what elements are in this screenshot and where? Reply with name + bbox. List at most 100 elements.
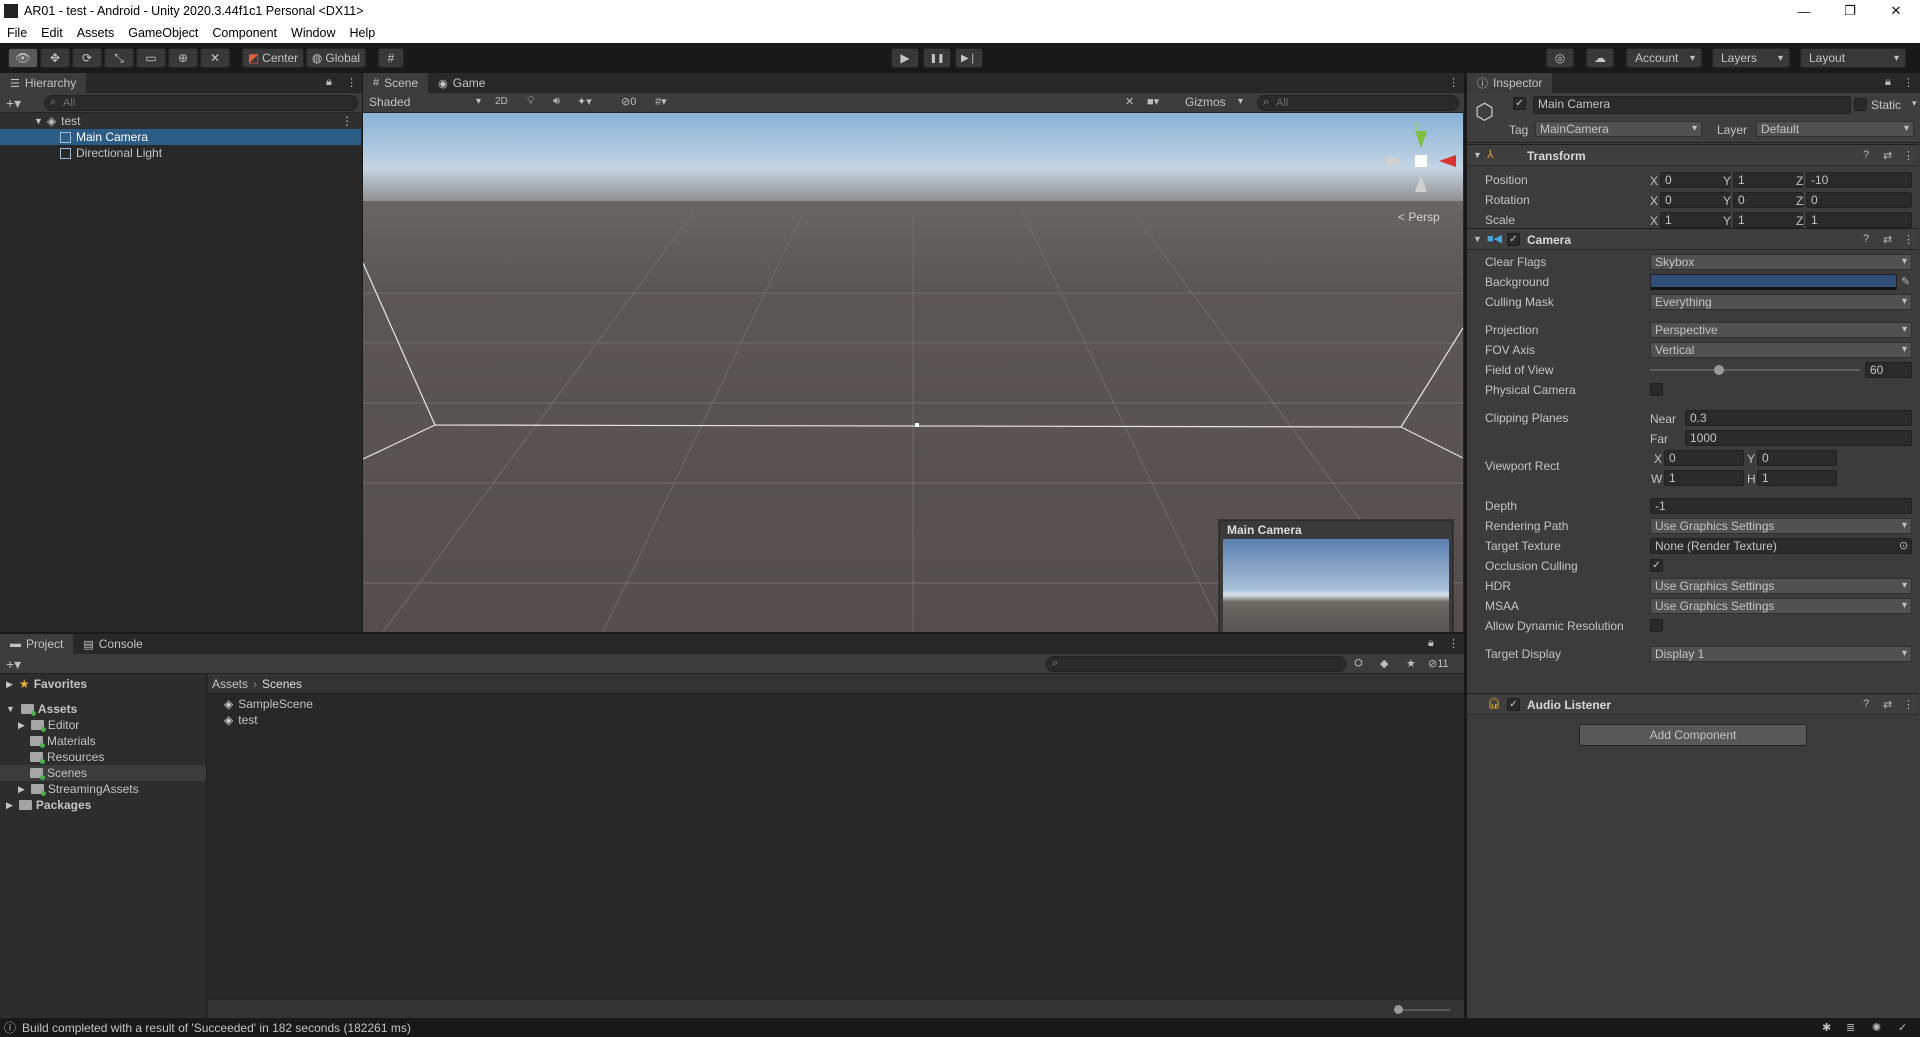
pause-button[interactable]: ❚❚ <box>923 48 951 68</box>
minimize-button[interactable]: — <box>1781 0 1827 22</box>
transform-y-input[interactable]: 1 <box>1733 172 1803 188</box>
custom-tool-icon[interactable]: ✕ <box>200 48 230 68</box>
tree-assets[interactable]: ▼ Assets <box>6 701 77 717</box>
create-icon[interactable]: +▾ <box>6 656 21 673</box>
help-icon[interactable]: ? <box>1863 149 1869 161</box>
background-color-field[interactable] <box>1650 274 1897 290</box>
toggle-2d-button[interactable]: 2D <box>495 96 508 107</box>
gizmos-dropdown[interactable]: Gizmos <box>1181 95 1247 111</box>
scene-search-input[interactable]: All <box>1257 95 1459 111</box>
menu-edit[interactable]: Edit <box>41 26 63 40</box>
more-options-icon[interactable]: ⋮ <box>346 76 357 89</box>
file-item-samplescene[interactable]: ◈ SampleScene <box>224 696 313 712</box>
breadcrumb-scenes[interactable]: Scenes <box>262 677 302 691</box>
tree-folder-resources[interactable]: Resources <box>30 749 104 765</box>
tree-favorites[interactable]: ▶ ★ Favorites <box>6 676 87 692</box>
tab-inspector[interactable]: ⓘ Inspector <box>1467 73 1553 93</box>
layer-dropdown[interactable]: Default <box>1756 121 1914 137</box>
msaa-dropdown[interactable]: Use Graphics Settings <box>1650 598 1912 614</box>
cache-server-icon[interactable]: ≣ <box>1846 1021 1855 1034</box>
more-options-icon[interactable]: ⋮ <box>1448 637 1459 650</box>
component-menu-icon[interactable]: ⋮ <box>1903 698 1914 711</box>
transform-x-input[interactable]: 1 <box>1660 212 1730 228</box>
pivot-center-button[interactable]: ◩ Center <box>242 48 304 68</box>
menu-help[interactable]: Help <box>349 26 375 40</box>
tab-console[interactable]: ▤ Console <box>73 634 152 654</box>
help-icon[interactable]: ? <box>1863 233 1869 245</box>
component-menu-icon[interactable]: ⋮ <box>1903 233 1914 246</box>
transform-x-input[interactable]: 0 <box>1660 172 1730 188</box>
grid-snap-icon[interactable]: # <box>378 48 404 68</box>
search-by-label-icon[interactable]: ◆ <box>1380 657 1388 670</box>
static-dropdown-icon[interactable]: ▾ <box>1912 98 1917 109</box>
breadcrumb-assets[interactable]: Assets <box>212 677 248 691</box>
menu-component[interactable]: Component <box>212 26 277 40</box>
transform-z-input[interactable]: 0 <box>1806 192 1912 208</box>
tools-icon[interactable]: ✕ <box>1125 95 1134 108</box>
layers-dropdown[interactable]: Layers <box>1712 48 1790 68</box>
shading-mode-dropdown[interactable]: Shaded <box>365 95 485 111</box>
presets-icon[interactable]: ⇄ <box>1883 149 1892 162</box>
component-menu-icon[interactable]: ⋮ <box>1903 149 1914 162</box>
cloud-icon[interactable]: ☁ <box>1586 48 1614 68</box>
lock-icon[interactable]: 🔒︎ <box>1885 76 1891 89</box>
search-by-type-icon[interactable]: ⛭ <box>1354 657 1363 670</box>
progress-check-icon[interactable]: ✓ <box>1898 1021 1907 1034</box>
fov-slider-track[interactable] <box>1650 369 1860 371</box>
expand-arrow-icon[interactable]: ▼ <box>34 116 43 126</box>
grid-toggle-icon[interactable]: #▾ <box>655 95 667 108</box>
near-clip-input[interactable]: 0.3 <box>1685 410 1912 426</box>
collab-icon[interactable]: ◎ <box>1546 48 1574 68</box>
transform-tool-icon[interactable]: ⊕ <box>168 48 198 68</box>
culling-mask-dropdown[interactable]: Everything <box>1650 294 1912 310</box>
scene-row[interactable]: ▼ ◈ test ⋮ <box>0 113 361 129</box>
add-icon[interactable]: +▾ <box>6 95 21 112</box>
move-tool-icon[interactable]: ✥ <box>40 48 70 68</box>
more-options-icon[interactable]: ⋮ <box>1448 76 1459 89</box>
far-clip-input[interactable]: 1000 <box>1685 430 1912 446</box>
status-message[interactable]: Build completed with a result of 'Succee… <box>22 1021 411 1035</box>
transform-y-input[interactable]: 1 <box>1733 212 1803 228</box>
view-tool-icon[interactable]: 👁 <box>8 48 38 68</box>
tree-folder-scenes[interactable]: Scenes <box>0 765 206 781</box>
camera-settings-icon[interactable]: ■▾ <box>1147 95 1159 108</box>
effects-toggle-icon[interactable]: ✦▾ <box>577 95 592 108</box>
hidden-objects-icon[interactable]: ⊘0 <box>621 95 636 108</box>
fov-input[interactable]: 60 <box>1865 362 1912 378</box>
audio-listener-enabled-checkbox[interactable]: ✓ <box>1507 698 1520 711</box>
target-texture-field[interactable]: None (Render Texture) <box>1650 538 1912 554</box>
step-button[interactable]: ▶❘ <box>955 48 983 68</box>
transform-z-input[interactable]: 1 <box>1806 212 1912 228</box>
tab-scene[interactable]: # Scene <box>363 73 429 93</box>
physical-camera-checkbox[interactable] <box>1650 383 1663 396</box>
hierarchy-item-main-camera[interactable]: Main Camera <box>0 129 361 145</box>
hdr-dropdown[interactable]: Use Graphics Settings <box>1650 578 1912 594</box>
scene-menu-icon[interactable]: ⋮ <box>341 114 353 128</box>
dynamic-resolution-checkbox[interactable] <box>1650 619 1663 632</box>
static-checkbox[interactable] <box>1854 98 1867 111</box>
camera-enabled-checkbox[interactable]: ✓ <box>1507 233 1520 246</box>
viewport-w-input[interactable]: 1 <box>1664 470 1744 486</box>
eyedropper-icon[interactable]: ✎ <box>1901 275 1910 288</box>
tree-folder-streamingassets[interactable]: ▶ StreamingAssets <box>18 781 139 797</box>
target-display-dropdown[interactable]: Display 1 <box>1650 646 1912 662</box>
auto-generate-lighting-icon[interactable]: ✺ <box>1872 1021 1881 1034</box>
collapse-arrow-icon[interactable]: ▼ <box>1473 234 1482 244</box>
tree-folder-editor[interactable]: ▶ Editor <box>18 717 79 733</box>
add-component-button[interactable]: Add Component <box>1579 724 1807 746</box>
clear-flags-dropdown[interactable]: Skybox <box>1650 254 1912 270</box>
rect-tool-icon[interactable]: ▭ <box>136 48 166 68</box>
transform-x-input[interactable]: 0 <box>1660 192 1730 208</box>
object-picker-icon[interactable]: ⊙ <box>1899 539 1908 552</box>
favorites-star-icon[interactable]: ★ <box>1406 657 1416 670</box>
rotate-tool-icon[interactable]: ⟳ <box>72 48 102 68</box>
more-options-icon[interactable]: ⋮ <box>1903 76 1914 89</box>
lock-icon[interactable]: 🔒︎ <box>326 76 332 89</box>
hierarchy-item-directional-light[interactable]: Directional Light <box>0 145 361 161</box>
active-checkbox[interactable]: ✓ <box>1513 97 1526 110</box>
file-item-test[interactable]: ◈ test <box>224 712 258 728</box>
tab-game[interactable]: ◉ Game <box>428 73 495 93</box>
restore-button[interactable]: ❐ <box>1827 0 1873 22</box>
scale-tool-icon[interactable]: ⤡ <box>104 48 134 68</box>
occlusion-checkbox[interactable]: ✓ <box>1650 559 1663 572</box>
